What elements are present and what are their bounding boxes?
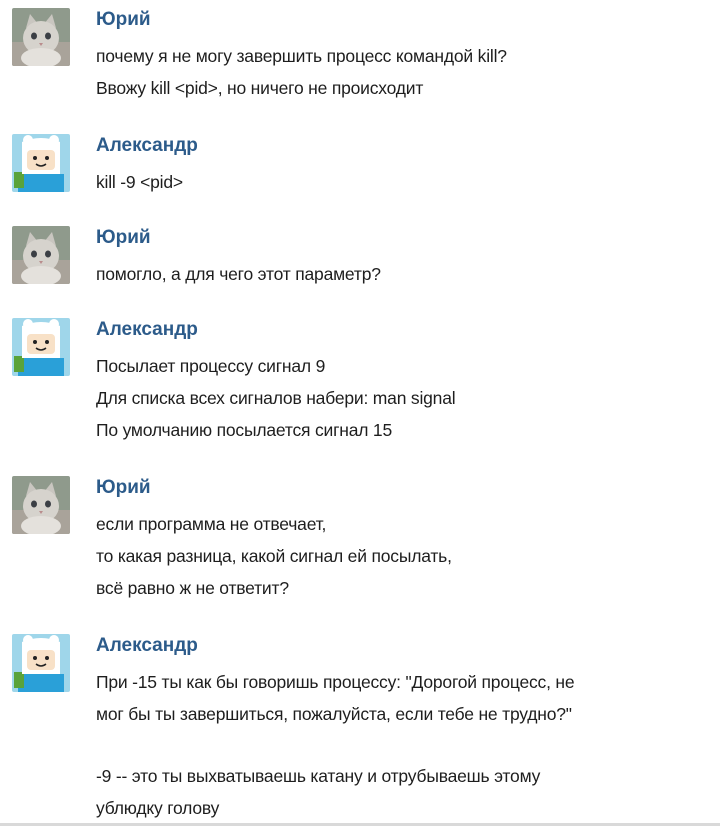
divider — [0, 823, 720, 826]
author-name[interactable]: Александр — [96, 134, 198, 158]
message-line: помогло, а для чего этот параметр? — [96, 264, 381, 284]
cat-avatar-icon[interactable] — [12, 8, 70, 66]
cat-avatar-icon[interactable] — [12, 476, 70, 534]
author-name[interactable]: Юрий — [96, 226, 151, 250]
author-name[interactable]: Юрий — [96, 476, 151, 500]
message-body: При -15 ты как бы говоришь процессу: "До… — [96, 666, 716, 824]
message-line: По умолчанию посылается сигнал 15 — [96, 420, 392, 440]
author-name[interactable]: Александр — [96, 634, 198, 658]
message-body: помогло, а для чего этот параметр? — [96, 258, 716, 290]
message-line: всё равно ж не ответит? — [96, 578, 289, 598]
message-line: -9 -- это ты выхватываешь катану и отруб… — [96, 766, 541, 786]
finn-avatar-icon[interactable] — [12, 318, 70, 376]
finn-avatar-icon[interactable] — [12, 134, 70, 192]
message-line: ублюдку голову — [96, 798, 220, 818]
message-line: Для списка всех сигналов набери: man sig… — [96, 388, 456, 408]
finn-avatar-icon[interactable] — [12, 634, 70, 692]
message-line: При -15 ты как бы говоришь процессу: "До… — [96, 672, 575, 692]
message-body: Посылает процессу сигнал 9 Для списка вс… — [96, 350, 716, 446]
cat-avatar-icon[interactable] — [12, 226, 70, 284]
message-line: мог бы ты завершиться, пожалуйста, если … — [96, 704, 572, 724]
message-line: Посылает процессу сигнал 9 — [96, 356, 326, 376]
message-line: почему я не могу завершить процесс коман… — [96, 46, 507, 66]
message-line: если программа не отвечает, — [96, 514, 327, 534]
author-name[interactable]: Александр — [96, 318, 198, 342]
message-body: почему я не могу завершить процесс коман… — [96, 40, 716, 104]
message-body: если программа не отвечает, то какая раз… — [96, 508, 716, 604]
message-body: kill -9 <pid> — [96, 166, 716, 198]
message-line: Ввожу kill <pid>, но ничего не происходи… — [96, 78, 424, 98]
author-name[interactable]: Юрий — [96, 8, 151, 32]
message-line: то какая разница, какой сигнал ей посыла… — [96, 546, 452, 566]
message-line: kill -9 <pid> — [96, 172, 183, 192]
